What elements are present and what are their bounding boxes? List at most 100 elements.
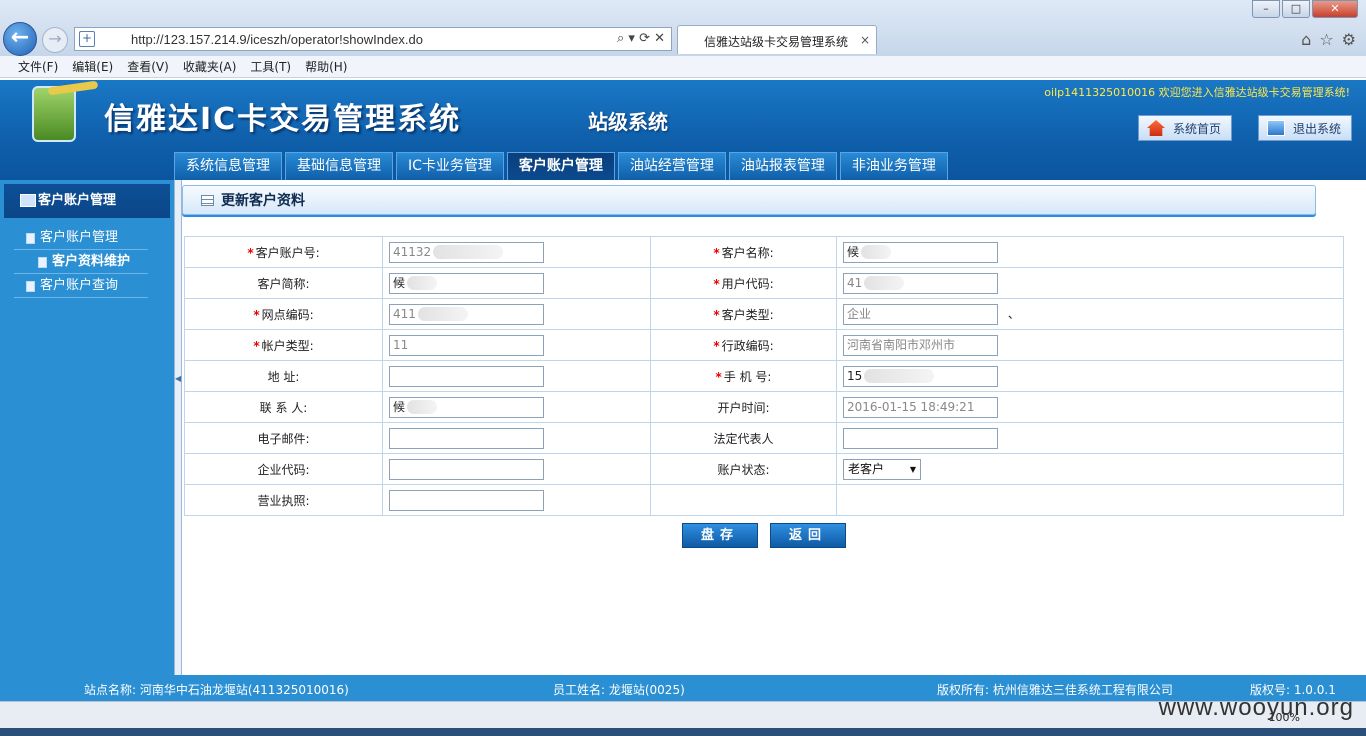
menu-bar: 文件(F) 编辑(E) 查看(V) 收藏夹(A) 工具(T) 帮助(H)	[0, 56, 1366, 78]
user-code-label: * 用户代码:	[650, 267, 837, 299]
panel-title-text: 更新客户资料	[221, 193, 305, 209]
system-title: 信雅达IC卡交易管理系统	[104, 102, 462, 137]
exit-icon	[1267, 120, 1285, 136]
account-type-field[interactable]: 11	[389, 334, 544, 356]
main-nav: 系统信息管理 基础信息管理 IC卡业务管理 客户账户管理 油站经营管理 油站报表…	[174, 152, 948, 180]
panel-title: 更新客户资料	[182, 185, 1316, 215]
minimize-button[interactable]: –	[1252, 0, 1280, 18]
corp-code-field[interactable]	[389, 458, 544, 480]
tab-non-oil[interactable]: 非油业务管理	[839, 152, 948, 180]
watermark: www.wooyun.org	[1158, 694, 1354, 721]
customer-name-label: * 客户名称:	[650, 236, 837, 268]
browser-tab[interactable]: 信雅达站级卡交易管理系统 ×	[677, 25, 877, 54]
account-status-label: 账户状态:	[650, 453, 837, 485]
tab-base-info[interactable]: 基础信息管理	[285, 152, 393, 180]
customer-type-field[interactable]: 企业	[843, 303, 998, 325]
forward-button[interactable]: →	[42, 27, 68, 53]
house-icon	[1147, 120, 1165, 136]
window-controls: – □ ✕	[1252, 0, 1358, 18]
system-subtitle: 站级系统	[588, 110, 668, 134]
exit-system-label: 退出系统	[1293, 121, 1342, 136]
browser-tools: ⌂ ☆ ⚙	[1301, 30, 1356, 49]
folder-icon	[20, 194, 36, 207]
short-name-field[interactable]: 候	[389, 272, 544, 294]
mobile-field[interactable]: 15	[843, 365, 998, 387]
copyright: 版权所有: 杭州信雅达三佳系统工程有限公司	[937, 683, 1173, 697]
exit-system-button[interactable]: 退出系统	[1258, 115, 1352, 141]
legal-rep-label: 法定代表人	[650, 422, 837, 454]
system-home-label: 系统首页	[1173, 121, 1222, 136]
legal-rep-field[interactable]	[843, 427, 998, 449]
account-status-select[interactable]: 老客户	[843, 458, 921, 480]
customer-form: * 客户账户号: 41132 * 客户名称: 候 客户简称: 候 * 用户代码: 41…	[184, 236, 1344, 516]
sidebar-splitter[interactable]: ◀	[174, 180, 182, 675]
sidebar-heading-label: 客户账户管理	[38, 193, 117, 208]
license-label: 营业执照:	[184, 484, 383, 516]
menu-edit[interactable]: 编辑(E)	[72, 56, 113, 77]
tab-customer-account[interactable]: 客户账户管理	[506, 152, 615, 180]
sidebar: 客户账户管理 客户账户管理 客户资料维护 客户账户查询	[0, 180, 174, 675]
sidebar-item-account-query[interactable]: 客户账户查询	[14, 274, 148, 298]
account-no-field[interactable]: 41132	[389, 241, 544, 263]
sidebar-item-customer-info[interactable]: 客户资料维护	[14, 250, 148, 274]
menu-tools[interactable]: 工具(T)	[250, 56, 291, 77]
gear-icon[interactable]: ⚙	[1342, 30, 1356, 49]
tab-station-operation[interactable]: 油站经营管理	[617, 152, 726, 180]
system-home-button[interactable]: 系统首页	[1138, 115, 1232, 141]
customer-type-label: * 客户类型:	[650, 298, 837, 330]
favorite-icon: +	[79, 31, 95, 47]
save-button[interactable]: 盘存	[682, 523, 758, 548]
tab-system-info[interactable]: 系统信息管理	[174, 152, 282, 180]
main-content: 更新客户资料 * 客户账户号: 41132 * 客户名称: 候 客户简称: 候 * 用…	[182, 180, 1366, 675]
corp-code-label: 企业代码:	[184, 453, 383, 485]
address-actions-icon[interactable]: ⌕ ▾ ⟳ ✕	[617, 31, 665, 46]
fuel-pump-logo-icon	[32, 86, 76, 142]
station-name: 站点名称: 河南华中石油龙堰站(411325010016)	[84, 683, 349, 697]
url-text: http://123.157.214.9/iceszh/operator!sho…	[131, 32, 423, 47]
tab-close-icon[interactable]: ×	[860, 33, 870, 47]
tab-ic-card[interactable]: IC卡业务管理	[396, 152, 504, 180]
address-field[interactable]	[389, 365, 544, 387]
email-field[interactable]	[389, 427, 544, 449]
customer-type-mark: 、	[1007, 306, 1020, 321]
contact-field[interactable]: 候	[389, 396, 544, 418]
mobile-label: * 手 机 号:	[650, 360, 837, 392]
star-icon[interactable]: ☆	[1319, 30, 1333, 49]
contact-label: 联 系 人:	[184, 391, 383, 423]
menu-favorites[interactable]: 收藏夹(A)	[183, 56, 237, 77]
home-icon[interactable]: ⌂	[1301, 30, 1311, 49]
email-label: 电子邮件:	[184, 422, 383, 454]
menu-file[interactable]: 文件(F)	[18, 56, 58, 77]
sidebar-heading: 客户账户管理	[4, 184, 170, 218]
tab-station-report[interactable]: 油站报表管理	[728, 152, 837, 180]
back-button-form[interactable]: 返回	[770, 523, 846, 548]
back-button[interactable]: ←	[3, 22, 37, 56]
welcome-message: oilp1411325010016 欢迎您进入信雅达站级卡交易管理系统!	[1044, 86, 1350, 99]
account-no-label: * 客户账户号:	[184, 236, 383, 268]
region-code-label: * 行政编码:	[650, 329, 837, 361]
open-time-label: 开户时间:	[650, 391, 837, 423]
close-window-button[interactable]: ✕	[1312, 0, 1358, 18]
app-header: 信雅达IC卡交易管理系统 站级系统 oilp1411325010016 欢迎您进…	[0, 80, 1366, 180]
menu-view[interactable]: 查看(V)	[127, 56, 169, 77]
site-code-label: * 网点编码:	[184, 298, 383, 330]
short-name-label: 客户简称:	[184, 267, 383, 299]
maximize-button[interactable]: □	[1282, 0, 1310, 18]
table-icon	[201, 195, 214, 206]
os-taskbar	[0, 728, 1366, 736]
menu-help[interactable]: 帮助(H)	[305, 56, 347, 77]
site-code-field[interactable]: 411	[389, 303, 544, 325]
address-bar[interactable]: + http://123.157.214.9/iceszh/operator!s…	[74, 27, 672, 51]
customer-name-field[interactable]: 候	[843, 241, 998, 263]
region-code-field[interactable]: 河南省南阳市邓州市	[843, 334, 998, 356]
account-type-label: * 帐户类型:	[184, 329, 383, 361]
user-code-field[interactable]: 41	[843, 272, 998, 294]
employee-name: 员工姓名: 龙堰站(0025)	[553, 683, 685, 697]
collapse-arrow-icon[interactable]: ◀	[175, 366, 181, 392]
sidebar-item-account-management[interactable]: 客户账户管理	[14, 226, 148, 250]
open-time-field[interactable]: 2016-01-15 18:49:21	[843, 396, 998, 418]
address-label: 地 址:	[184, 360, 383, 392]
license-field[interactable]	[389, 489, 544, 511]
tab-title: 信雅达站级卡交易管理系统	[704, 35, 849, 49]
browser-titlebar: – □ ✕ ← → + http://123.157.214.9/iceszh/…	[0, 0, 1366, 56]
